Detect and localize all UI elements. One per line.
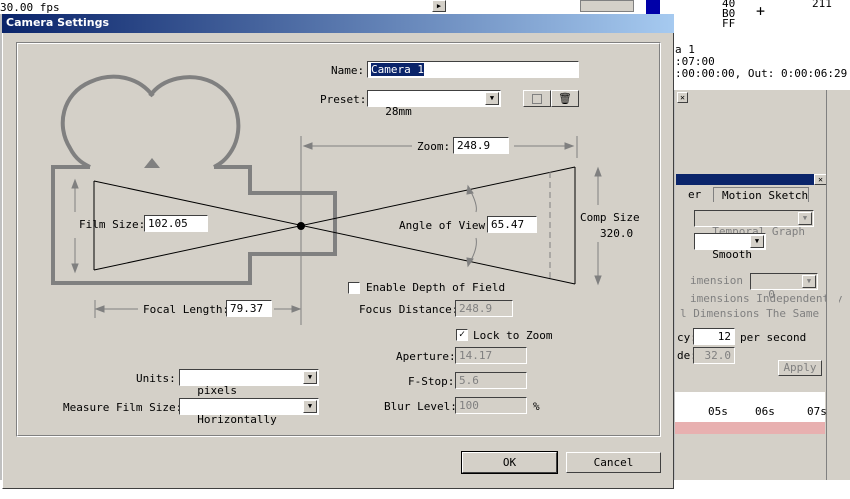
- preset-label: Preset:: [320, 93, 367, 106]
- film-size-input[interactable]: 102.05: [144, 215, 208, 232]
- lock-to-zoom-checkbox[interactable]: ✓: [456, 329, 468, 341]
- chevron-down-icon: ▼: [303, 371, 317, 384]
- units-select[interactable]: pixels ▼: [179, 369, 319, 397]
- lock-to-zoom-label: Lock to Zoom: [473, 329, 553, 342]
- save-preset-icon: [532, 94, 542, 104]
- camera-body-icon: [51, 74, 337, 285]
- aperture-input[interactable]: 14.17: [455, 347, 527, 364]
- film-size-label: Film Size:: [79, 218, 146, 231]
- viewfinder-triangle-icon: [144, 158, 160, 168]
- fstop-input[interactable]: 5.6: [455, 372, 527, 389]
- focus-distance-input[interactable]: 248.9: [455, 300, 513, 317]
- save-preset-button[interactable]: [523, 90, 551, 107]
- blur-level-unit: %: [533, 400, 540, 413]
- focal-length-input[interactable]: 79.37: [226, 300, 272, 317]
- chevron-down-icon: ▼: [485, 92, 499, 105]
- ok-button[interactable]: OK: [461, 451, 558, 474]
- name-label: Name:: [331, 64, 365, 77]
- enable-dof-checkbox[interactable]: [348, 282, 360, 294]
- name-input[interactable]: Camera 1: [367, 61, 579, 78]
- zoom-label: Zoom:: [417, 140, 451, 153]
- fstop-label: F-Stop:: [408, 375, 455, 388]
- preset-select[interactable]: 28mm ▼: [367, 90, 501, 118]
- cancel-button[interactable]: Cancel: [566, 452, 661, 473]
- aperture-label: Aperture:: [396, 350, 456, 363]
- delete-preset-button[interactable]: 🗑: [551, 90, 579, 107]
- zoom-input[interactable]: 248.9: [453, 137, 509, 154]
- focus-distance-label: Focus Distance:: [359, 303, 459, 316]
- comp-size-label: Comp Size: [580, 211, 640, 224]
- chevron-down-icon: ▼: [303, 400, 317, 413]
- comp-size-value: 320.0: [600, 227, 634, 240]
- blur-level-input[interactable]: 100: [455, 397, 527, 414]
- units-label: Units:: [136, 372, 176, 385]
- angle-of-view-input[interactable]: 65.47: [487, 216, 537, 233]
- focal-length-label: Focal Length:: [143, 303, 230, 316]
- measure-film-size-label: Measure Film Size:: [63, 401, 183, 414]
- measure-film-size-select[interactable]: Horizontally ▼: [179, 398, 319, 426]
- blur-level-label: Blur Level:: [384, 400, 457, 413]
- focal-point-icon: [297, 222, 305, 230]
- trash-icon: 🗑: [558, 92, 572, 105]
- enable-dof-label: Enable Depth of Field: [366, 281, 506, 294]
- angle-of-view-label: Angle of View:: [399, 219, 492, 232]
